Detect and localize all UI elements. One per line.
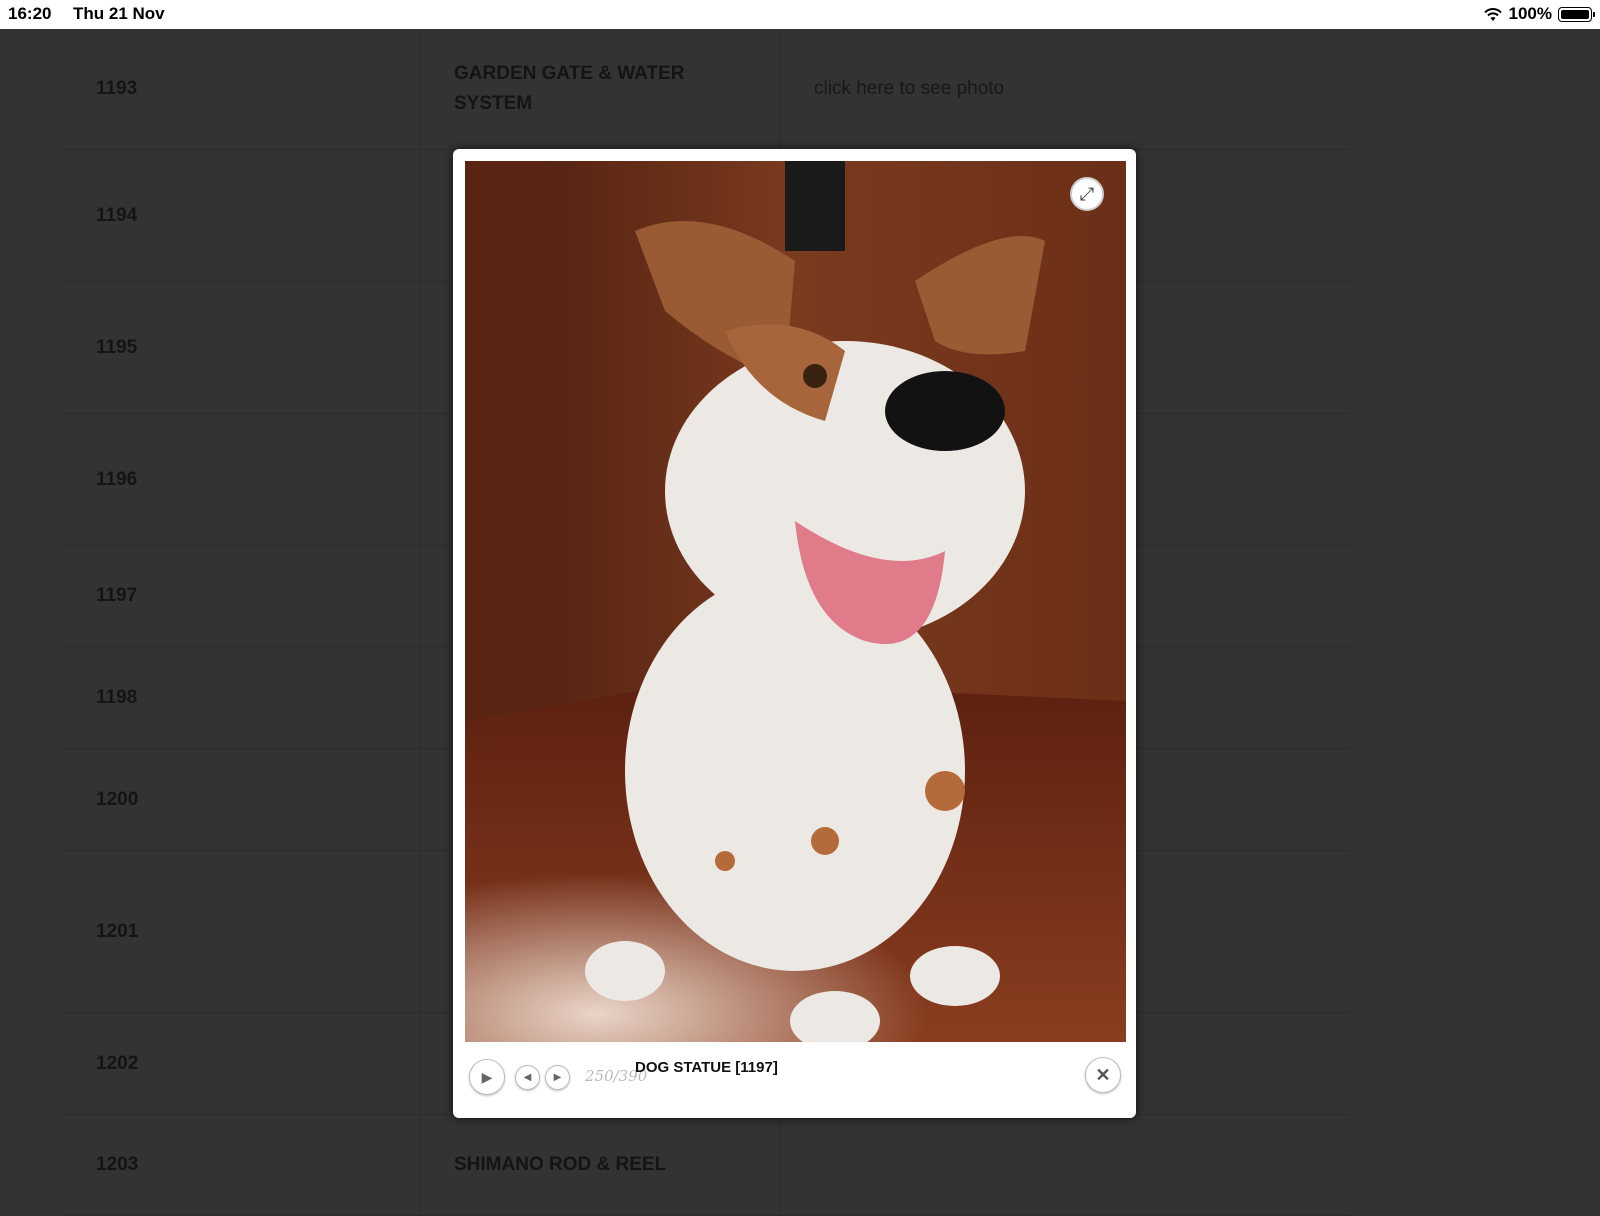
lot-number: 1197 <box>96 585 138 606</box>
photo-lightbox: ⤢ ▶ ◀ ▶ 250/390 DOG STATUE [1197] ✕ <box>453 149 1136 1118</box>
table-row: 1193 GARDEN GATE & WATER SYSTEM click here… <box>62 29 1350 150</box>
expand-button[interactable]: ⤢ <box>1070 177 1104 211</box>
status-right: 100% <box>1483 4 1595 24</box>
lot-cell: 1201 <box>62 851 420 1012</box>
wifi-icon <box>1483 7 1502 21</box>
lot-number: 1203 <box>96 1154 139 1175</box>
prev-button[interactable]: ◀ <box>515 1065 540 1090</box>
prev-icon: ◀ <box>523 1072 532 1083</box>
close-icon: ✕ <box>1095 1064 1111 1085</box>
lot-number: 1202 <box>96 1052 139 1074</box>
next-icon: ▶ <box>553 1072 562 1083</box>
lot-cell: 1193 <box>62 29 420 149</box>
lot-cell: 1196 <box>62 414 420 545</box>
status-date: Thu 21 Nov <box>73 4 165 23</box>
lightbox-photo[interactable] <box>465 161 1126 1042</box>
photo-cell: click here to see photo <box>780 29 1350 149</box>
table-row: 1203 SHIMANO ROD & REEL <box>62 1115 1350 1216</box>
lot-number: 1201 <box>96 920 139 942</box>
lot-cell: 1197 <box>62 546 420 646</box>
lot-cell: 1194 <box>62 150 420 281</box>
next-button[interactable]: ▶ <box>545 1065 570 1090</box>
close-button[interactable]: ✕ <box>1085 1057 1121 1093</box>
play-icon: ▶ <box>481 1068 493 1085</box>
lot-cell: 1200 <box>62 749 420 850</box>
status-time: 16:20 <box>8 4 52 23</box>
lot-cell: 1202 <box>62 1013 420 1114</box>
description-cell: SHIMANO ROD & REEL <box>420 1115 780 1215</box>
lot-number: 1194 <box>96 204 138 226</box>
photo-cell <box>780 1115 1350 1215</box>
lot-cell: 1198 <box>62 647 420 748</box>
photo-link[interactable]: click here to see photo <box>814 78 1004 100</box>
lot-number: 1196 <box>96 468 138 490</box>
lightbox-controls: ▶ ◀ ▶ 250/390 DOG STATUE [1197] ✕ <box>465 1047 1126 1107</box>
play-button[interactable]: ▶ <box>469 1059 505 1095</box>
lot-number: 1198 <box>96 686 138 708</box>
lot-description: SHIMANO ROD & REEL <box>454 1154 667 1175</box>
status-bar: 16:20 Thu 21 Nov 100% <box>0 0 1600 29</box>
battery-icon <box>1558 6 1595 22</box>
lot-cell: 1195 <box>62 282 420 413</box>
lot-number: 1200 <box>96 788 139 810</box>
description-cell: GARDEN GATE & WATER SYSTEM <box>420 29 780 149</box>
lot-number: 1193 <box>96 78 138 99</box>
lot-number: 1195 <box>96 336 138 358</box>
expand-icon: ⤢ <box>1079 183 1095 204</box>
lot-description: GARDEN GATE & WATER SYSTEM <box>454 63 685 114</box>
photo-caption: DOG STATUE [1197] <box>635 1059 778 1076</box>
lot-cell: 1203 <box>62 1115 420 1215</box>
battery-percent: 100% <box>1508 4 1552 23</box>
